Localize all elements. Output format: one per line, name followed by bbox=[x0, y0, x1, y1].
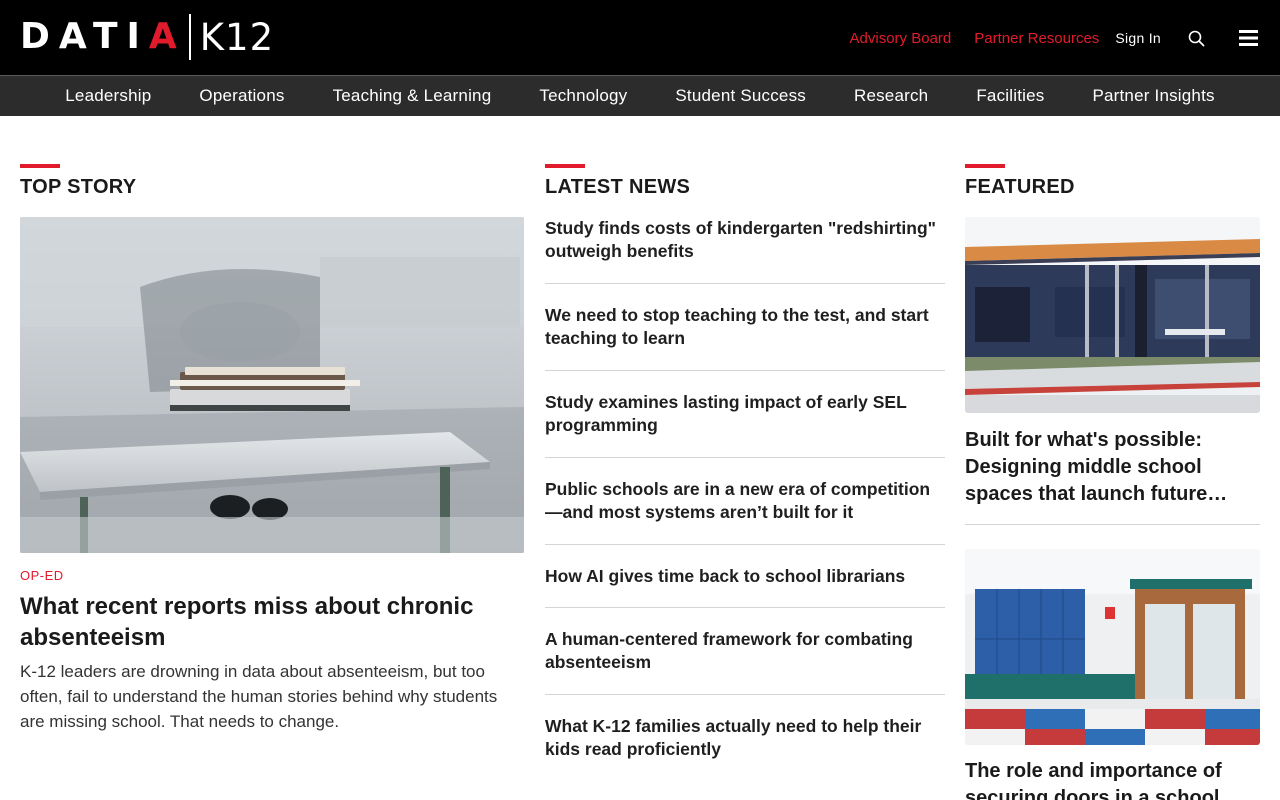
news-item[interactable]: A human-centered framework for combating… bbox=[545, 608, 945, 695]
nav-operations[interactable]: Operations bbox=[199, 86, 284, 106]
top-story-accent-bar bbox=[20, 164, 60, 168]
nav-research[interactable]: Research bbox=[854, 86, 928, 106]
utility-nav: Advisory Board Partner Resources Sign In bbox=[850, 24, 1258, 52]
news-item[interactable]: How AI gives time back to school librari… bbox=[545, 545, 945, 608]
partner-resources-link[interactable]: Partner Resources bbox=[974, 30, 1099, 47]
news-item[interactable]: We need to stop teaching to the test, an… bbox=[545, 284, 945, 371]
sign-in-link[interactable]: Sign In bbox=[1115, 30, 1161, 46]
hamburger-menu-icon[interactable] bbox=[1238, 28, 1258, 48]
nav-technology[interactable]: Technology bbox=[539, 86, 627, 106]
featured-image-school-exterior[interactable] bbox=[965, 217, 1260, 413]
latest-news-heading: LATEST NEWS bbox=[545, 176, 691, 198]
featured-image-school-hallway[interactable] bbox=[965, 549, 1260, 745]
top-story-headline[interactable]: What recent reports miss about chronic a… bbox=[20, 591, 520, 653]
featured-title[interactable]: The role and importance of securing door… bbox=[965, 758, 1260, 800]
logo-word: DATIA bbox=[20, 16, 186, 57]
news-item[interactable]: Study finds costs of kindergarten "redsh… bbox=[545, 217, 945, 284]
latest-news-list: Study finds costs of kindergarten "redsh… bbox=[545, 217, 945, 765]
site-logo[interactable]: DATIA K12 bbox=[20, 14, 274, 60]
top-story-image[interactable] bbox=[20, 217, 524, 553]
nav-facilities[interactable]: Facilities bbox=[976, 86, 1044, 106]
site-header: DATIA K12 Advisory Board Partner Resourc… bbox=[0, 0, 1280, 75]
logo-accent-letter: A bbox=[148, 16, 186, 57]
news-item[interactable]: Study examines lasting impact of early S… bbox=[545, 371, 945, 458]
news-item[interactable]: Public schools are in a new era of compe… bbox=[545, 458, 945, 545]
nav-teaching-learning[interactable]: Teaching & Learning bbox=[333, 86, 492, 106]
featured-title[interactable]: Built for what's possible: Designing mid… bbox=[965, 427, 1260, 508]
featured-divider bbox=[965, 524, 1260, 525]
category-nav: Leadership Operations Teaching & Learnin… bbox=[0, 75, 1280, 116]
latest-news-accent-bar bbox=[545, 164, 585, 168]
top-story-summary: K-12 leaders are drowning in data about … bbox=[20, 662, 498, 731]
top-story-heading: TOP STORY bbox=[20, 176, 137, 198]
search-icon[interactable] bbox=[1186, 28, 1206, 48]
nav-leadership[interactable]: Leadership bbox=[65, 86, 151, 106]
nav-student-success[interactable]: Student Success bbox=[675, 86, 806, 106]
logo-k12: K12 bbox=[199, 15, 275, 59]
logo-divider bbox=[188, 14, 191, 60]
news-item[interactable]: What K-12 families actually need to help… bbox=[545, 695, 945, 765]
featured-heading: FEATURED bbox=[965, 176, 1075, 198]
advisory-board-link[interactable]: Advisory Board bbox=[850, 30, 952, 47]
top-story-tag[interactable]: OP-ED bbox=[20, 568, 64, 583]
featured-accent-bar bbox=[965, 164, 1005, 168]
nav-partner-insights[interactable]: Partner Insights bbox=[1092, 86, 1214, 106]
